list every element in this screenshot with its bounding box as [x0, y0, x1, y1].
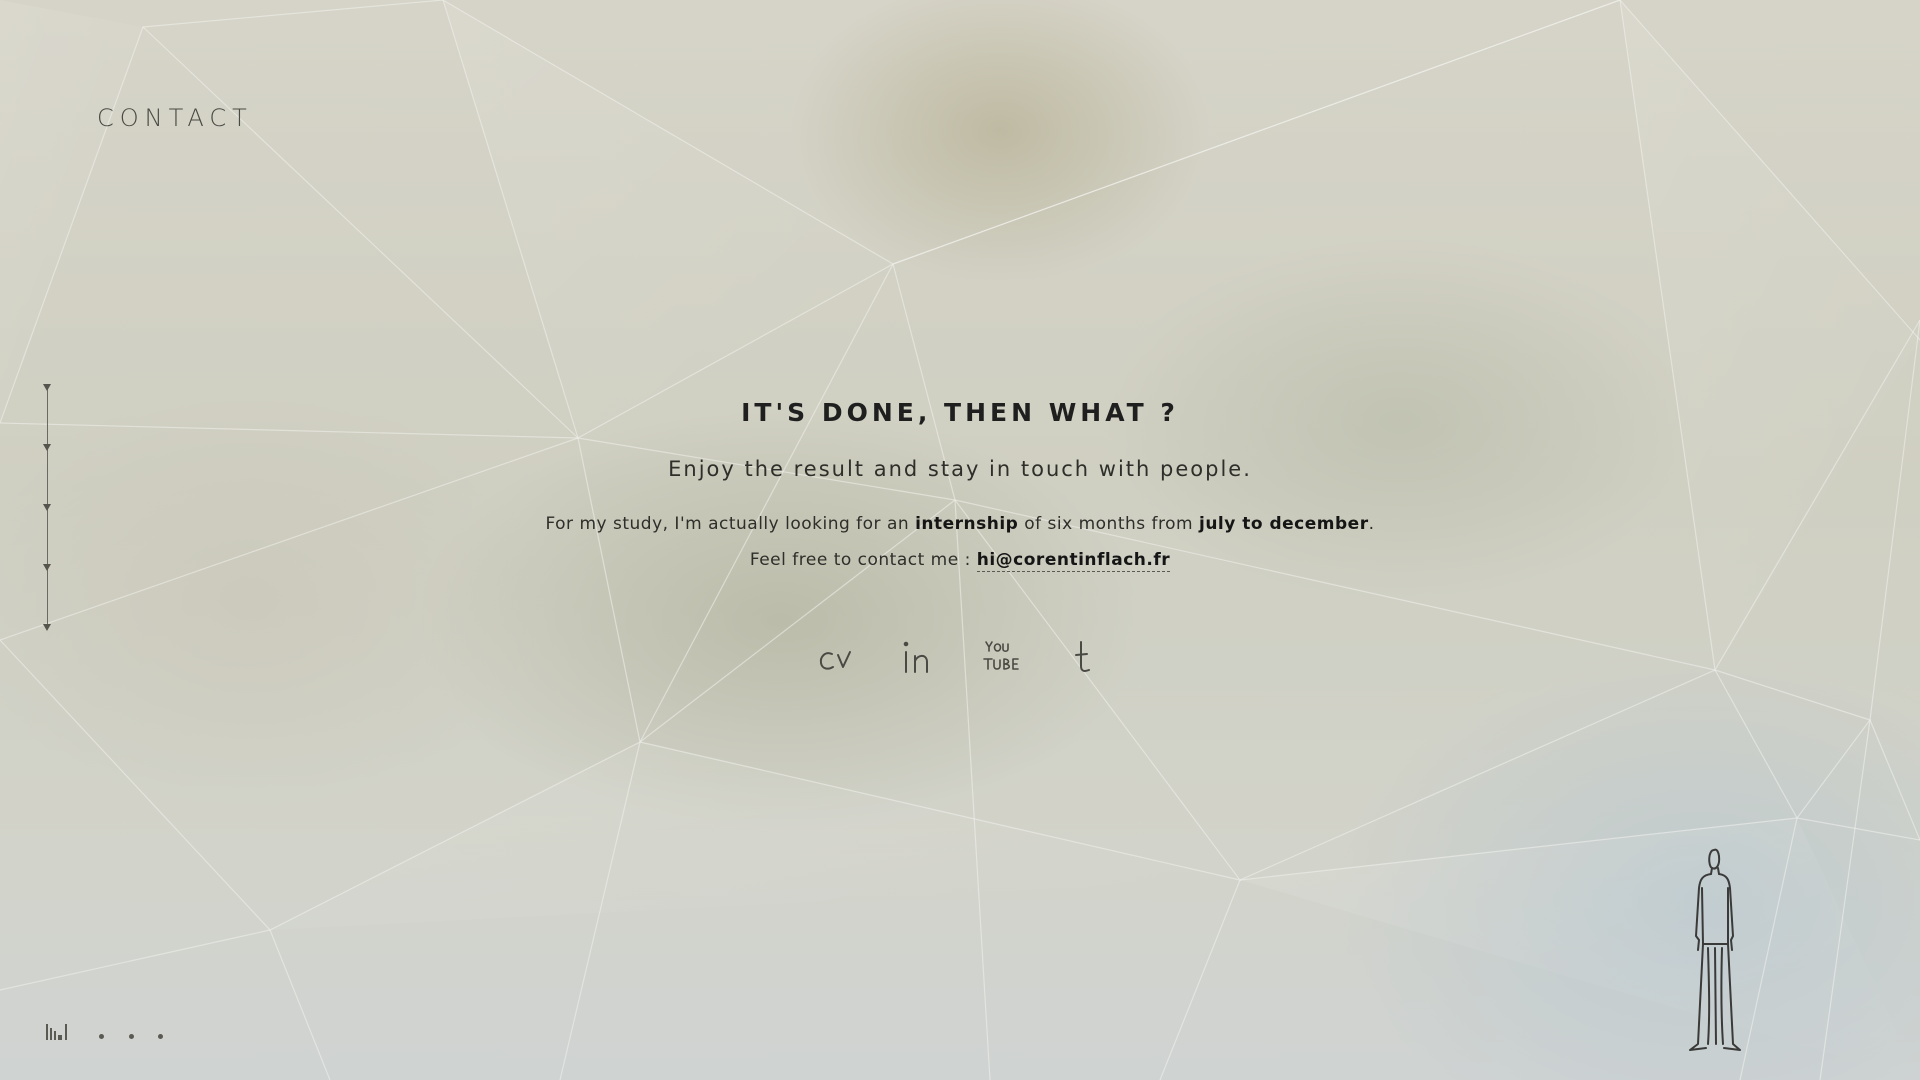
internship-period: july to december [1199, 514, 1369, 534]
standing-man-illustration [1689, 848, 1741, 1051]
youtube-link[interactable] [978, 630, 1026, 686]
sound-bars-icon[interactable] [44, 1022, 74, 1040]
internship-text-start: For my study, I'm actually looking for a… [545, 514, 916, 534]
bottom-controls [44, 1018, 174, 1042]
linkedin-link[interactable] [900, 630, 936, 686]
nav-dot-2[interactable] [129, 1034, 134, 1039]
tumblr-link[interactable] [1070, 630, 1098, 686]
section-marker-5-icon[interactable] [43, 624, 51, 631]
youtube-icon [983, 641, 1019, 670]
cv-icon [819, 651, 851, 670]
internship-text-end: . [1368, 514, 1375, 534]
internship-text-middle: of six months from [1018, 514, 1199, 534]
linkedin-icon [903, 641, 928, 673]
contact-lead: Enjoy the result and stay in touch with … [668, 457, 1252, 481]
section-marker-1-icon[interactable] [43, 384, 51, 391]
contact-content: IT'S DONE, THEN WHAT ? Enjoy the result … [460, 388, 1460, 578]
contact-invite-text: Feel free to contact me : [749, 550, 977, 570]
section-progress-nav [40, 384, 56, 636]
email-link[interactable]: hi@corentinflach.fr [976, 550, 1171, 572]
contact-heading: IT'S DONE, THEN WHAT ? [741, 398, 1179, 427]
social-links [790, 630, 1110, 690]
cv-link[interactable] [815, 630, 861, 686]
tumblr-icon [1075, 641, 1090, 672]
section-marker-3-icon[interactable] [43, 504, 51, 511]
section-marker-2-icon[interactable] [43, 444, 51, 451]
section-marker-4-icon[interactable] [43, 564, 51, 571]
internship-keyword: internship [915, 514, 1019, 534]
nav-dot-3[interactable] [158, 1034, 163, 1039]
internship-paragraph: For my study, I'm actually looking for a… [460, 506, 1460, 578]
section-title: CONTACT [97, 104, 253, 132]
nav-dot-1[interactable] [99, 1034, 104, 1039]
